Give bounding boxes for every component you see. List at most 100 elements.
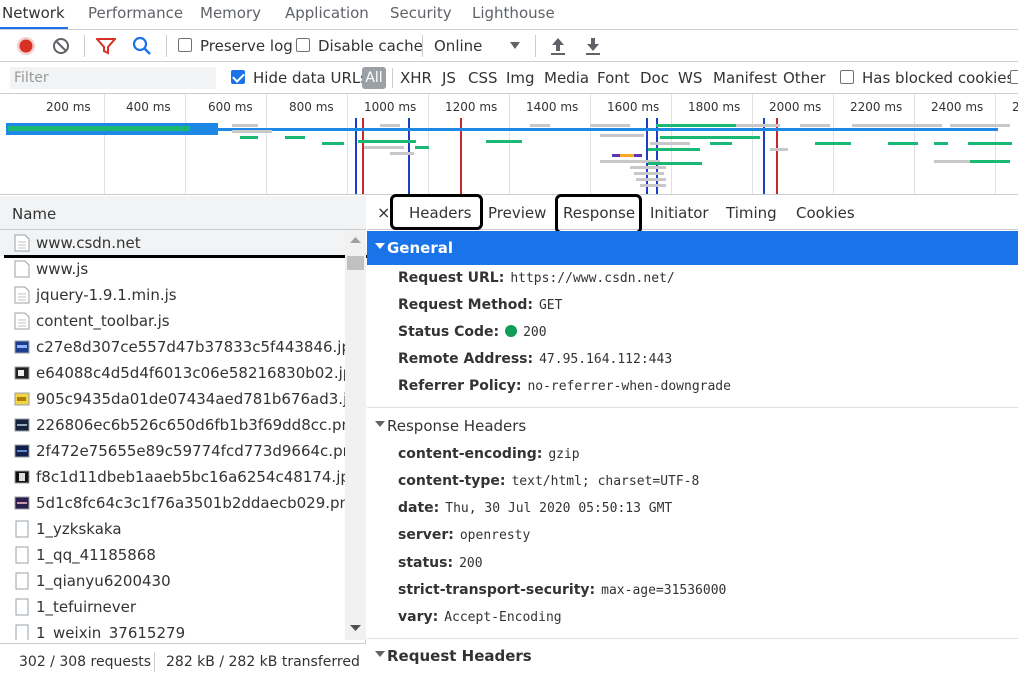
header-key: Status Code: bbox=[398, 324, 500, 340]
grid-line bbox=[266, 94, 267, 194]
divider bbox=[422, 35, 423, 57]
scroll-down-icon[interactable] bbox=[350, 624, 361, 632]
hide-data-urls-checkbox[interactable] bbox=[231, 70, 245, 84]
chevron-down-icon[interactable] bbox=[509, 41, 521, 51]
blocked-requests-checkbox[interactable] bbox=[1010, 70, 1018, 84]
filter-type-img[interactable]: Img bbox=[506, 69, 535, 87]
tab-memory[interactable]: Memory bbox=[200, 0, 261, 30]
header-key: vary: bbox=[398, 609, 439, 625]
waterfall-bar bbox=[650, 142, 690, 145]
request-name: 5d1c8fc64c3c1f76a3501b2ddaecb029.png bbox=[36, 494, 345, 512]
name-column-header[interactable]: Name bbox=[0, 196, 366, 230]
image-thumbnail-icon bbox=[14, 340, 30, 354]
filter-type-xhr[interactable]: XHR bbox=[400, 69, 432, 87]
timeline-overview[interactable]: 200 ms 400 ms 600 ms 800 ms 1000 ms 1200… bbox=[0, 94, 1018, 195]
request-row[interactable]: 1_yzkskaka bbox=[0, 516, 345, 542]
request-row[interactable]: 1_qianyu6200430 bbox=[0, 568, 345, 594]
tab-initiator[interactable]: Initiator bbox=[650, 204, 709, 222]
request-row[interactable]: 1_qq_41185868 bbox=[0, 542, 345, 568]
request-row[interactable]: www.js bbox=[0, 256, 345, 282]
request-row[interactable]: 905c9435da01de07434aed781b676ad3.jpg bbox=[0, 386, 345, 412]
request-row[interactable]: 2f472e75655e89c59774fcd773d9664c.png bbox=[0, 438, 345, 464]
tab-lighthouse[interactable]: Lighthouse bbox=[472, 0, 555, 30]
filter-type-all[interactable]: All bbox=[362, 67, 386, 89]
header-row: server: openresty bbox=[398, 527, 530, 543]
request-name: www.js bbox=[36, 260, 89, 278]
header-row: content-encoding: gzip bbox=[398, 446, 580, 462]
disable-cache-checkbox[interactable] bbox=[296, 38, 310, 52]
header-value: 200 bbox=[459, 556, 483, 571]
tab-cookies[interactable]: Cookies bbox=[796, 204, 855, 222]
blocked-cookies-checkbox[interactable] bbox=[840, 70, 854, 84]
request-row[interactable]: e64088c4d5d4f6013c06e58216830b02.jpg bbox=[0, 360, 345, 386]
request-row[interactable]: jquery-1.9.1.min.js bbox=[0, 282, 345, 308]
waterfall-bar bbox=[815, 142, 851, 145]
record-icon[interactable] bbox=[16, 36, 36, 56]
header-value: no-referrer-when-downgrade bbox=[527, 379, 731, 394]
header-row: Status Code: 200 bbox=[398, 324, 547, 340]
request-row[interactable]: content_toolbar.js bbox=[0, 308, 345, 334]
filter-type-manifest[interactable]: Manifest bbox=[713, 69, 777, 87]
throttling-select[interactable]: Online bbox=[434, 37, 482, 55]
tab-application[interactable]: Application bbox=[285, 0, 369, 30]
network-summary-bar: 302 / 308 requests 282 kB / 282 kB trans… bbox=[0, 643, 366, 680]
tab-timing[interactable]: Timing bbox=[726, 204, 777, 222]
tick-label: 2200 ms bbox=[850, 100, 903, 114]
scrollbar-thumb[interactable] bbox=[347, 256, 364, 270]
divider bbox=[392, 68, 393, 88]
filter-type-doc[interactable]: Doc bbox=[640, 69, 669, 87]
waterfall-bar bbox=[634, 172, 664, 175]
search-icon[interactable] bbox=[132, 36, 152, 56]
tab-preview[interactable]: Preview bbox=[488, 204, 546, 222]
header-row: status: 200 bbox=[398, 555, 483, 571]
request-row[interactable]: 5d1c8fc64c3c1f76a3501b2ddaecb029.png bbox=[0, 490, 345, 516]
general-section-header[interactable]: General bbox=[367, 231, 1018, 265]
request-row[interactable]: 1_weixin_37615279 bbox=[0, 620, 345, 640]
close-detail-button[interactable]: × bbox=[377, 203, 390, 222]
request-name: c27e8d307ce557d47b37833c5f443846.jpg bbox=[36, 338, 345, 356]
download-icon[interactable] bbox=[584, 36, 602, 56]
tab-performance[interactable]: Performance bbox=[88, 0, 183, 30]
filter-type-ws[interactable]: WS bbox=[678, 69, 702, 87]
grid-line bbox=[752, 94, 753, 194]
waterfall-bar bbox=[590, 124, 630, 127]
request-row[interactable]: 1_tefuirnever bbox=[0, 594, 345, 620]
blocked-cookies-label: Has blocked cookies bbox=[862, 69, 1015, 87]
waterfall-bar bbox=[218, 128, 998, 131]
waterfall-bar bbox=[322, 142, 344, 145]
waterfall-bar bbox=[600, 134, 644, 137]
name-column-label: Name bbox=[12, 205, 57, 223]
filter-icon[interactable] bbox=[96, 37, 116, 55]
tab-network[interactable]: Network bbox=[2, 0, 65, 30]
image-thumbnail-icon bbox=[14, 496, 30, 510]
clear-icon[interactable] bbox=[52, 37, 70, 55]
waterfall-bar bbox=[285, 136, 305, 139]
filter-input[interactable] bbox=[10, 67, 216, 89]
filter-type-other[interactable]: Other bbox=[783, 69, 826, 87]
header-key: content-encoding: bbox=[398, 446, 543, 462]
request-row[interactable]: f8c1d11dbeb1aaeb5bc16a6254c48174.jpg bbox=[0, 464, 345, 490]
request-list: www.csdn.net www.js jquery-1.9.1.min.js … bbox=[0, 230, 345, 640]
filter-type-js[interactable]: JS bbox=[442, 69, 456, 87]
scroll-up-icon[interactable] bbox=[350, 236, 361, 244]
request-row[interactable]: c27e8d307ce557d47b37833c5f443846.jpg bbox=[0, 334, 345, 360]
header-row: Request URL: https://www.csdn.net/ bbox=[398, 270, 675, 286]
header-row: date: Thu, 30 Jul 2020 05:50:13 GMT bbox=[398, 500, 672, 516]
response-headers-section-header[interactable]: Response Headers bbox=[367, 409, 1018, 443]
upload-icon[interactable] bbox=[549, 36, 567, 56]
request-row[interactable]: www.csdn.net bbox=[0, 230, 345, 256]
filter-type-css[interactable]: CSS bbox=[468, 69, 498, 87]
filter-type-font[interactable]: Font bbox=[597, 69, 630, 87]
request-list-scrollbar[interactable] bbox=[345, 230, 366, 640]
waterfall-bar bbox=[8, 126, 190, 131]
devtools-panel-tabs: Network Performance Memory Application S… bbox=[0, 0, 1018, 30]
request-name: 1_qianyu6200430 bbox=[36, 572, 171, 590]
request-name: 1_yzkskaka bbox=[36, 520, 122, 538]
waterfall-bar bbox=[390, 152, 414, 155]
filter-type-media[interactable]: Media bbox=[544, 69, 589, 87]
request-headers-section-header[interactable]: Request Headers bbox=[367, 639, 1018, 673]
header-row: strict-transport-security: max-age=315360… bbox=[398, 582, 726, 598]
preserve-log-checkbox[interactable] bbox=[178, 38, 192, 52]
request-row[interactable]: 226806ec6b526c650d6fb1b3f69dd8cc.png bbox=[0, 412, 345, 438]
tab-security[interactable]: Security bbox=[390, 0, 452, 30]
